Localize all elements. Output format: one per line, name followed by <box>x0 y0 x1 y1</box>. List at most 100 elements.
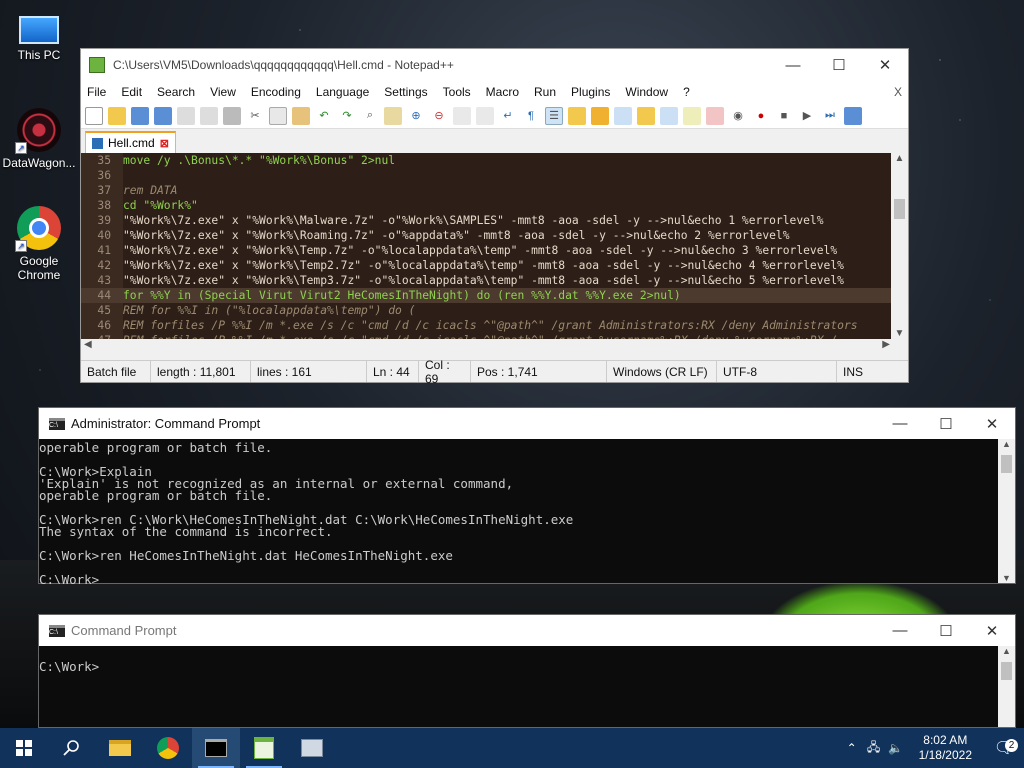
network-icon[interactable]: 🖧 <box>863 738 885 759</box>
show-all-chars-icon[interactable]: ¶ <box>522 107 540 125</box>
close-tab-icon[interactable]: ⊠ <box>160 137 169 150</box>
maximize-button[interactable]: ☐ <box>923 615 969 647</box>
menu-language[interactable]: Language <box>316 85 369 99</box>
eye-icon[interactable]: ◉ <box>729 107 747 125</box>
code-line[interactable]: 41 "%Work%\7z.exe" x "%Work%\Temp.7z" -o"… <box>81 243 893 258</box>
editor-vertical-scrollbar[interactable]: ▲ ▼ <box>891 153 908 339</box>
folder-workspace-icon[interactable] <box>637 106 655 125</box>
taskbar-app[interactable] <box>288 728 336 768</box>
clock[interactable]: 8:02 AM 1/18/2022 <box>907 733 984 763</box>
scroll-down-icon[interactable]: ▼ <box>998 573 1015 583</box>
redo-icon[interactable]: ↷ <box>338 107 356 125</box>
zoom-in-icon[interactable]: ⊕ <box>407 107 425 125</box>
document-list-icon[interactable] <box>706 106 724 125</box>
find-icon[interactable]: ⌕ <box>361 107 379 125</box>
run-macro-multiple-icon[interactable]: ⏭ <box>821 107 839 125</box>
undo-icon[interactable]: ↶ <box>315 107 333 125</box>
new-file-icon[interactable] <box>85 106 103 125</box>
close-button[interactable]: ✕ <box>862 49 908 81</box>
admin-cmd-titlebar[interactable]: C:\ Administrator: Command Prompt — ☐ ✕ <box>39 408 1015 439</box>
menu-tools[interactable]: Tools <box>443 85 471 99</box>
paste-icon[interactable] <box>292 106 310 125</box>
menu-edit[interactable]: Edit <box>121 85 142 99</box>
close-button[interactable]: ✕ <box>969 615 1015 647</box>
menu-window[interactable]: Window <box>625 85 668 99</box>
user-cmd-titlebar[interactable]: C:\ Command Prompt — ☐ ✕ <box>39 615 1015 646</box>
menu-view[interactable]: View <box>210 85 236 99</box>
code-line[interactable]: 44 for %%Y in (Special Virut Virut2 HeCom… <box>81 288 893 303</box>
scroll-up-icon[interactable]: ▲ <box>998 439 1015 449</box>
copy-icon[interactable] <box>269 106 287 125</box>
search-button[interactable] <box>48 728 96 768</box>
volume-muted-icon[interactable]: 🔈 <box>885 741 907 755</box>
save-all-icon[interactable] <box>154 106 172 125</box>
menu-run[interactable]: Run <box>534 85 556 99</box>
monitoring-icon[interactable] <box>660 106 678 125</box>
cut-icon[interactable]: ✂ <box>246 107 264 125</box>
stop-macro-icon[interactable]: ■ <box>775 107 793 125</box>
udl-icon[interactable] <box>568 106 586 125</box>
save-icon[interactable] <box>131 106 149 125</box>
admin-cmd-console[interactable]: operable program or batch file. C:\Work>E… <box>39 439 1015 584</box>
scroll-up-icon[interactable]: ▲ <box>998 646 1015 656</box>
desktop-icon-datawagon[interactable]: ↗ DataWagon... <box>0 108 78 170</box>
close-all-icon[interactable] <box>200 106 218 125</box>
close-file-icon[interactable] <box>177 106 195 125</box>
scroll-left-icon[interactable]: ◀ <box>84 339 92 350</box>
user-cmd-console[interactable]: C:\Work> <box>39 646 1015 728</box>
menu-help[interactable]: ? <box>683 85 690 99</box>
show-hidden-icons-icon[interactable]: ⌃ <box>841 741 863 755</box>
code-line[interactable]: 39 "%Work%\7z.exe" x "%Work%\Malware.7z" … <box>81 213 893 228</box>
desktop-icon-this-pc[interactable]: This PC <box>0 8 78 62</box>
scroll-down-icon[interactable]: ▼ <box>891 328 908 339</box>
code-line[interactable]: 42 "%Work%\7z.exe" x "%Work%\Temp2.7z" -o… <box>81 258 893 273</box>
function-list-icon[interactable] <box>614 106 632 125</box>
scroll-thumb[interactable] <box>1001 662 1012 680</box>
code-line[interactable]: 45 REM for %%I in ("%localappdata%\temp")… <box>81 303 893 318</box>
taskbar-chrome[interactable] <box>144 728 192 768</box>
tab-hell-cmd[interactable]: Hell.cmd ⊠ <box>85 131 176 153</box>
taskbar-notepad-plus-plus[interactable] <box>240 728 288 768</box>
start-button[interactable] <box>0 728 48 768</box>
console-scrollbar[interactable]: ▲ ▼ <box>998 439 1015 583</box>
scroll-thumb[interactable] <box>1001 455 1012 473</box>
minimize-button[interactable]: — <box>770 49 816 81</box>
code-line[interactable]: 37 rem DATA <box>81 183 893 198</box>
menu-settings[interactable]: Settings <box>384 85 427 99</box>
menu-search[interactable]: Search <box>157 85 195 99</box>
indent-guide-icon[interactable]: ☰ <box>545 106 563 125</box>
code-line[interactable]: 46 REM forfiles /P %%I /m *.exe /s /c "cm… <box>81 318 893 333</box>
code-line[interactable]: 35 move /y .\Bonus\*.* "%Work%\Bonus" 2>n… <box>81 153 893 168</box>
print-icon[interactable] <box>223 106 241 125</box>
menu-plugins[interactable]: Plugins <box>571 85 610 99</box>
console-scrollbar[interactable]: ▲ <box>998 646 1015 727</box>
code-line[interactable]: 43 "%Work%\7z.exe" x "%Work%\Temp3.7z" -o… <box>81 273 893 288</box>
code-line[interactable]: 36 <box>81 168 893 183</box>
open-file-icon[interactable] <box>108 106 126 125</box>
editor-horizontal-scrollbar[interactable]: ◀ ▶ <box>81 339 893 353</box>
close-document-button[interactable]: X <box>894 85 902 99</box>
word-wrap-icon[interactable]: ↵ <box>499 107 517 125</box>
close-button[interactable]: ✕ <box>969 408 1015 440</box>
code-line[interactable]: 40 "%Work%\7z.exe" x "%Work%\Roaming.7z" … <box>81 228 893 243</box>
taskbar-command-prompt[interactable] <box>192 728 240 768</box>
menu-encoding[interactable]: Encoding <box>251 85 301 99</box>
taskbar-file-explorer[interactable] <box>96 728 144 768</box>
panel-icon[interactable] <box>683 106 701 125</box>
doc-map-icon[interactable] <box>591 106 609 125</box>
record-macro-icon[interactable]: ● <box>752 107 770 125</box>
save-macro-icon[interactable] <box>844 106 862 125</box>
minimize-button[interactable]: — <box>877 408 923 440</box>
menu-file[interactable]: File <box>87 85 106 99</box>
desktop-icon-chrome[interactable]: ↗ Google Chrome <box>0 206 78 282</box>
notepad-titlebar[interactable]: C:\Users\VM5\Downloads\qqqqqqqqqqqq\Hell… <box>81 49 908 81</box>
action-center-button[interactable]: 🗨 2 <box>984 738 1024 758</box>
play-macro-icon[interactable]: ▶ <box>798 107 816 125</box>
scroll-right-icon[interactable]: ▶ <box>882 339 890 350</box>
sync-horizontal-icon[interactable] <box>476 106 494 125</box>
minimize-button[interactable]: — <box>877 615 923 647</box>
zoom-out-icon[interactable]: ⊖ <box>430 107 448 125</box>
scroll-thumb[interactable] <box>894 199 905 219</box>
replace-icon[interactable] <box>384 106 402 125</box>
maximize-button[interactable]: ☐ <box>816 49 862 81</box>
